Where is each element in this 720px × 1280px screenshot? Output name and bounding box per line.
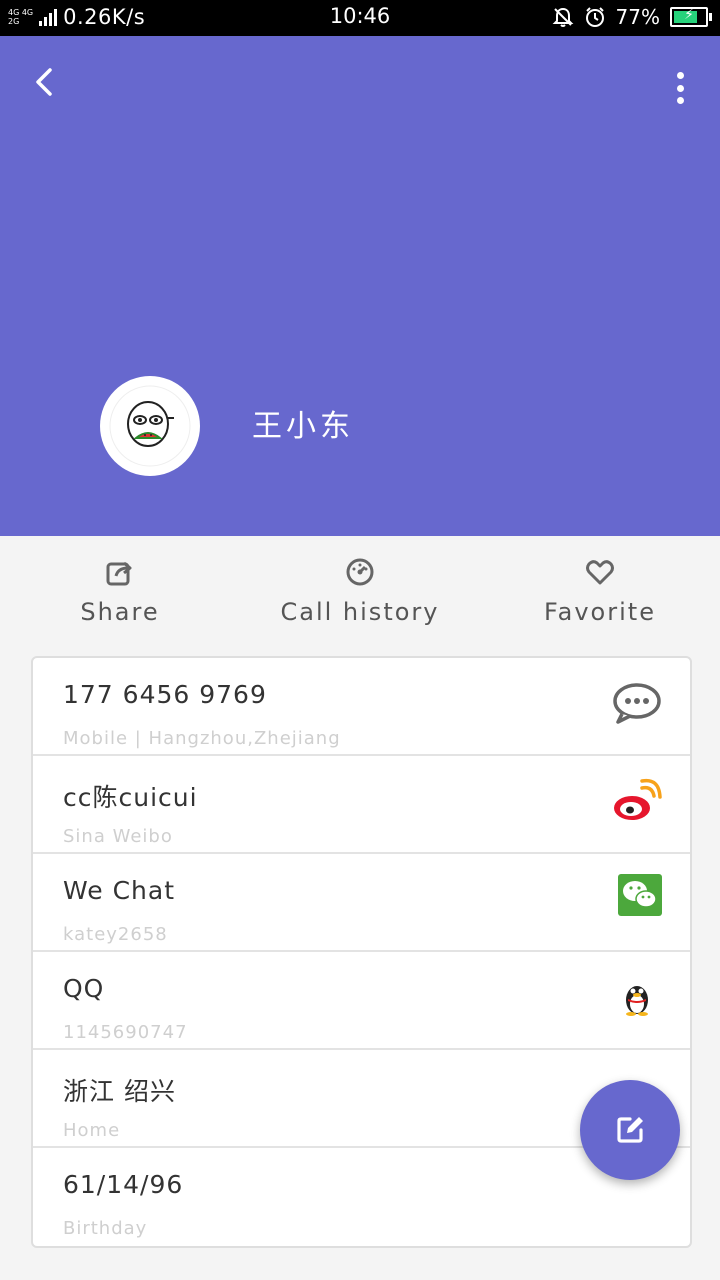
qq-label: QQ <box>63 974 105 1003</box>
silent-bell-icon <box>552 7 573 27</box>
home-address: 浙江 绍兴 <box>63 1077 176 1106</box>
detail-row-phone[interactable]: 177 6456 9769 Mobile | Hangzhou,Zhejiang <box>33 658 690 756</box>
phone-type-location: Mobile | Hangzhou,Zhejiang <box>63 728 341 749</box>
birthday-date: 61/14/96 <box>63 1170 184 1199</box>
status-bar: 4G 4G 2G 0.26K/s 10:46 77% ⚡ <box>0 0 720 36</box>
qq-penguin-icon[interactable] <box>622 980 652 1016</box>
birthday-label: Birthday <box>63 1218 148 1239</box>
qq-number: 1145690747 <box>63 1022 188 1043</box>
charging-icon: ⚡ <box>684 7 694 23</box>
weibo-icon[interactable] <box>612 778 662 824</box>
avatar-image <box>109 385 191 467</box>
contact-header: 王小东 <box>0 36 720 536</box>
detail-row-qq[interactable]: QQ 1145690747 <box>33 952 690 1050</box>
contact-name: 王小东 <box>252 409 354 444</box>
back-button[interactable] <box>28 64 64 100</box>
weibo-label: Sina Weibo <box>63 826 173 847</box>
more-options-button[interactable] <box>672 72 688 104</box>
battery-icon: ⚡ <box>670 7 712 27</box>
status-right: 77% ⚡ <box>552 5 712 29</box>
edit-contact-button[interactable] <box>580 1080 680 1180</box>
more-dot-icon <box>676 97 684 104</box>
weibo-name: cc陈cuicui <box>63 783 198 812</box>
wechat-icon[interactable] <box>618 874 662 916</box>
call-history-button[interactable]: Call history <box>240 556 480 626</box>
share-icon <box>106 561 132 586</box>
message-icon[interactable] <box>612 682 662 726</box>
more-dot-icon <box>676 72 684 79</box>
detail-row-wechat[interactable]: We Chat katey2658 <box>33 854 690 952</box>
favorite-label: Favorite <box>544 598 656 626</box>
favorite-button[interactable]: Favorite <box>480 556 720 626</box>
phone-number: 177 6456 9769 <box>63 680 267 709</box>
share-button[interactable]: Share <box>0 556 240 626</box>
heart-icon <box>586 560 614 585</box>
battery-percent: 77% <box>615 5 660 29</box>
share-label: Share <box>80 598 160 626</box>
wechat-label: We Chat <box>63 876 176 905</box>
call-history-label: Call history <box>280 598 440 626</box>
action-bar: Share Call history Favorite <box>0 536 720 656</box>
more-dot-icon <box>676 84 684 92</box>
detail-row-weibo[interactable]: cc陈cuicui Sina Weibo <box>33 756 690 854</box>
edit-icon <box>617 1117 643 1143</box>
home-label: Home <box>63 1120 121 1141</box>
alarm-icon <box>585 7 604 27</box>
wechat-id: katey2658 <box>63 924 168 945</box>
call-history-icon <box>346 558 374 586</box>
avatar[interactable] <box>100 376 200 476</box>
back-arrow-icon <box>36 68 52 96</box>
